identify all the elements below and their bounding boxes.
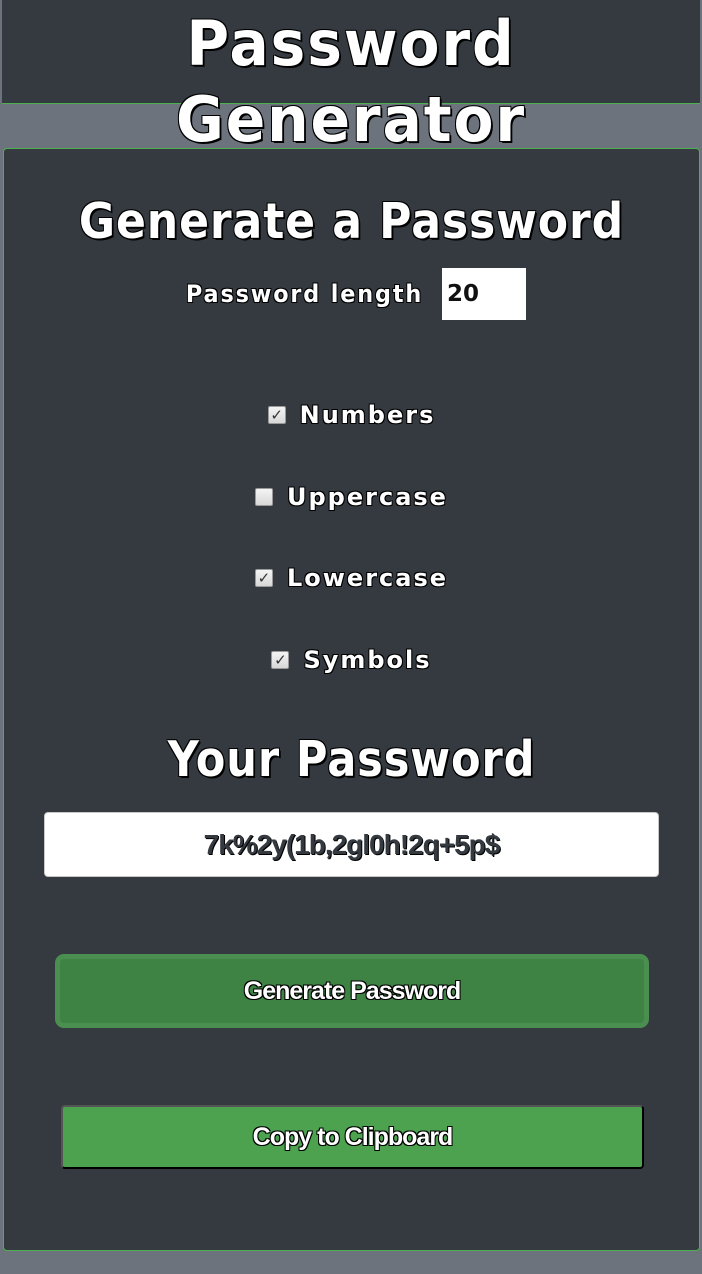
check-icon: ✓: [257, 568, 271, 587]
generated-password-field[interactable]: 7k%2y(1b,2gl0h!2q+5p$: [44, 812, 659, 877]
password-generator-card: Generate a Password Password length ✓ Nu…: [3, 148, 700, 1251]
option-symbols[interactable]: ✓ Symbols: [4, 642, 699, 678]
lowercase-label: Lowercase: [286, 564, 449, 592]
symbols-checkbox[interactable]: ✓: [271, 650, 290, 669]
lowercase-checkbox[interactable]: ✓: [254, 568, 273, 587]
generate-heading: Generate a Password: [78, 193, 625, 250]
password-length-row: Password length: [4, 268, 699, 320]
option-lowercase[interactable]: ✓ Lowercase: [4, 560, 699, 596]
your-password-heading: Your Password: [167, 731, 536, 788]
copy-to-clipboard-button[interactable]: Copy to Clipboard: [61, 1105, 644, 1169]
check-icon: ✓: [274, 650, 287, 669]
symbols-label: Symbols: [303, 646, 432, 674]
uppercase-label: Uppercase: [287, 483, 448, 511]
app-title: Password Generator: [175, 7, 527, 156]
password-length-label: Password length: [185, 280, 424, 308]
check-icon: ✓: [270, 405, 283, 424]
app-header: Password Generator: [2, 0, 700, 156]
option-uppercase[interactable]: Uppercase: [4, 479, 699, 515]
password-length-input[interactable]: [442, 268, 527, 320]
generate-password-button[interactable]: Generate Password: [55, 954, 649, 1028]
numbers-label: Numbers: [299, 401, 436, 429]
option-numbers[interactable]: ✓ Numbers: [4, 397, 699, 433]
uppercase-checkbox[interactable]: [255, 488, 274, 506]
numbers-checkbox[interactable]: ✓: [267, 405, 286, 424]
